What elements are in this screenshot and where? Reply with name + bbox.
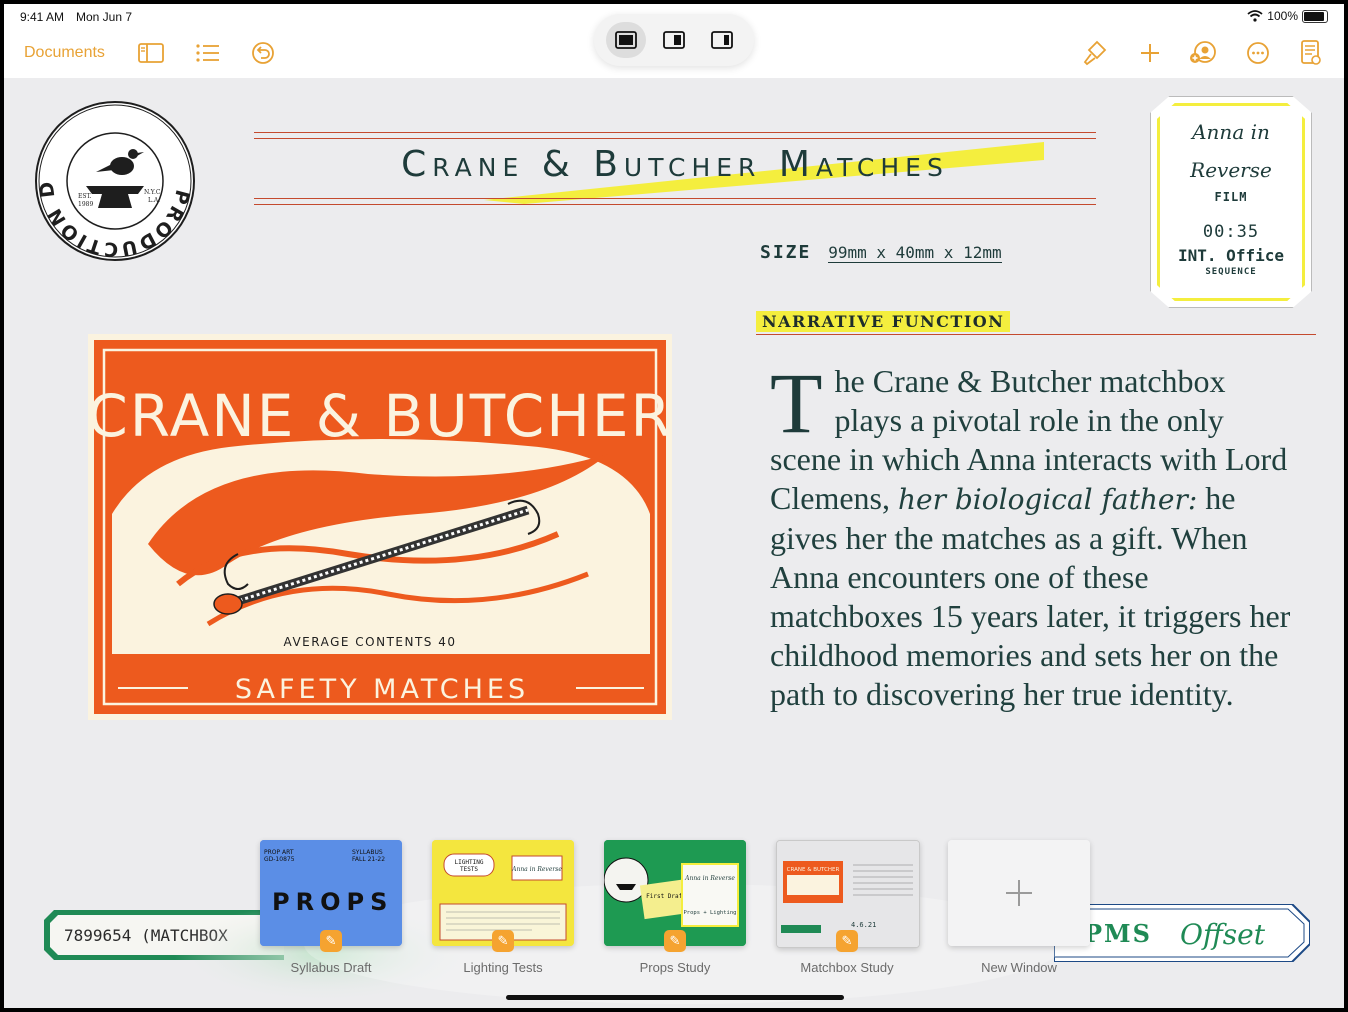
wifi-icon xyxy=(1247,10,1263,22)
full-screen-icon[interactable] xyxy=(606,22,646,58)
narrative-heading-row: NARRATIVE FUNCTION xyxy=(756,311,1316,335)
size-value: 99mm x 40mm x 12mm xyxy=(828,243,1002,263)
new-window-button[interactable] xyxy=(948,840,1090,946)
home-indicator[interactable] xyxy=(506,995,844,1000)
card-label-matchbox-study[interactable]: Matchbox Study xyxy=(776,960,918,975)
plus-icon[interactable] xyxy=(1135,38,1165,68)
plus-icon xyxy=(948,840,1090,946)
svg-text:Anna in Reverse: Anna in Reverse xyxy=(684,875,735,882)
svg-text:LIGHTING: LIGHTING xyxy=(455,859,484,866)
list-icon[interactable] xyxy=(193,38,223,68)
svg-text:GD-10875: GD-10875 xyxy=(264,856,295,863)
document-setup-icon[interactable] xyxy=(1296,38,1326,68)
seal-city-2: L.A. xyxy=(148,197,160,204)
seal-city-1: N.Y.C. xyxy=(144,189,162,196)
seal-est: EST. xyxy=(78,193,92,200)
multitasking-menu xyxy=(594,14,754,66)
pages-app-badge: ✎ xyxy=(836,930,858,952)
matchbox-tagline: SAFETY MATCHES xyxy=(235,674,529,705)
slate-title-line-1: Anna in xyxy=(1192,120,1270,144)
pages-app-badge: ✎ xyxy=(492,930,514,952)
seal-year: 1989 xyxy=(78,201,93,208)
body-text-italic: her biological father: xyxy=(897,483,1198,516)
svg-text:PROP ART: PROP ART xyxy=(264,849,294,856)
slate-sequence: SEQUENCE xyxy=(1205,267,1257,277)
svg-text:FALL 21-22: FALL 21-22 xyxy=(352,856,385,863)
battery-icon xyxy=(1302,9,1328,23)
card-label-props-study[interactable]: Props Study xyxy=(604,960,746,975)
drop-cap: T xyxy=(770,355,823,451)
more-icon[interactable] xyxy=(1243,38,1273,68)
card-label-lighting-tests[interactable]: Lighting Tests xyxy=(432,960,574,975)
status-time: 9:41 AM xyxy=(20,10,65,24)
undo-icon[interactable] xyxy=(248,38,278,68)
film-slate-label: Anna in Reverse FILM 00:35 INT. Office S… xyxy=(1150,96,1312,308)
matchbox-artwork[interactable]: CRANE & BUTCHER AVERAGE CONTENTS 40 SAFE… xyxy=(87,334,672,720)
documents-button[interactable]: Documents xyxy=(24,44,105,62)
svg-text:PROPS: PROPS xyxy=(272,888,393,916)
svg-text:First Draft: First Draft xyxy=(646,893,686,900)
pages-app-badge: ✎ xyxy=(320,930,342,952)
slate-timecode: 00:35 xyxy=(1202,222,1260,242)
title-banner: Crane & Butcher Matches xyxy=(254,132,1096,206)
svg-text:Props + Lighting: Props + Lighting xyxy=(684,910,737,916)
size-label: SIZE xyxy=(760,242,812,263)
slate-film: FILM xyxy=(1214,190,1248,204)
card-label-new-window[interactable]: New Window xyxy=(948,960,1090,975)
svg-text:SYLLABUS: SYLLABUS xyxy=(352,849,383,856)
size-line: SIZE 99mm x 40mm x 12mm xyxy=(760,242,1002,263)
page-title: Crane & Butcher Matches xyxy=(401,144,949,185)
slate-scene: INT. Office xyxy=(1178,246,1284,265)
battery-percent: 100% xyxy=(1267,9,1298,23)
sidebar-icon[interactable] xyxy=(136,38,166,68)
matchbox-contents: AVERAGE CONTENTS 40 xyxy=(284,635,457,649)
svg-text:CRANE & BUTCHER: CRANE & BUTCHER xyxy=(787,867,840,873)
svg-text:4.6.21: 4.6.21 xyxy=(851,921,876,929)
narrative-heading: NARRATIVE FUNCTION xyxy=(756,311,1011,332)
collaborate-icon[interactable] xyxy=(1188,38,1218,68)
status-date: Mon Jun 7 xyxy=(76,10,133,24)
production-design-seal: PRODUCTION DESIGN FABRIG EST. 1989 N.Y.C… xyxy=(25,83,196,262)
svg-text:Anna in Reverse: Anna in Reverse xyxy=(511,866,562,873)
format-brush-icon[interactable] xyxy=(1080,38,1110,68)
ipad-screen: 9:41 AM Mon Jun 7 100% Documents PRODUCT… xyxy=(4,4,1344,1008)
slate-title-line-2: Reverse xyxy=(1190,158,1272,182)
slide-over-icon[interactable] xyxy=(702,22,742,58)
split-view-icon[interactable] xyxy=(654,22,694,58)
pages-app-badge: ✎ xyxy=(664,930,686,952)
card-label-syllabus-draft[interactable]: Syllabus Draft xyxy=(260,960,402,975)
status-right: 100% xyxy=(1247,9,1328,23)
narrative-body[interactable]: The Crane & Butcher matchbox plays a piv… xyxy=(770,355,1300,714)
svg-text:TESTS: TESTS xyxy=(460,866,478,873)
